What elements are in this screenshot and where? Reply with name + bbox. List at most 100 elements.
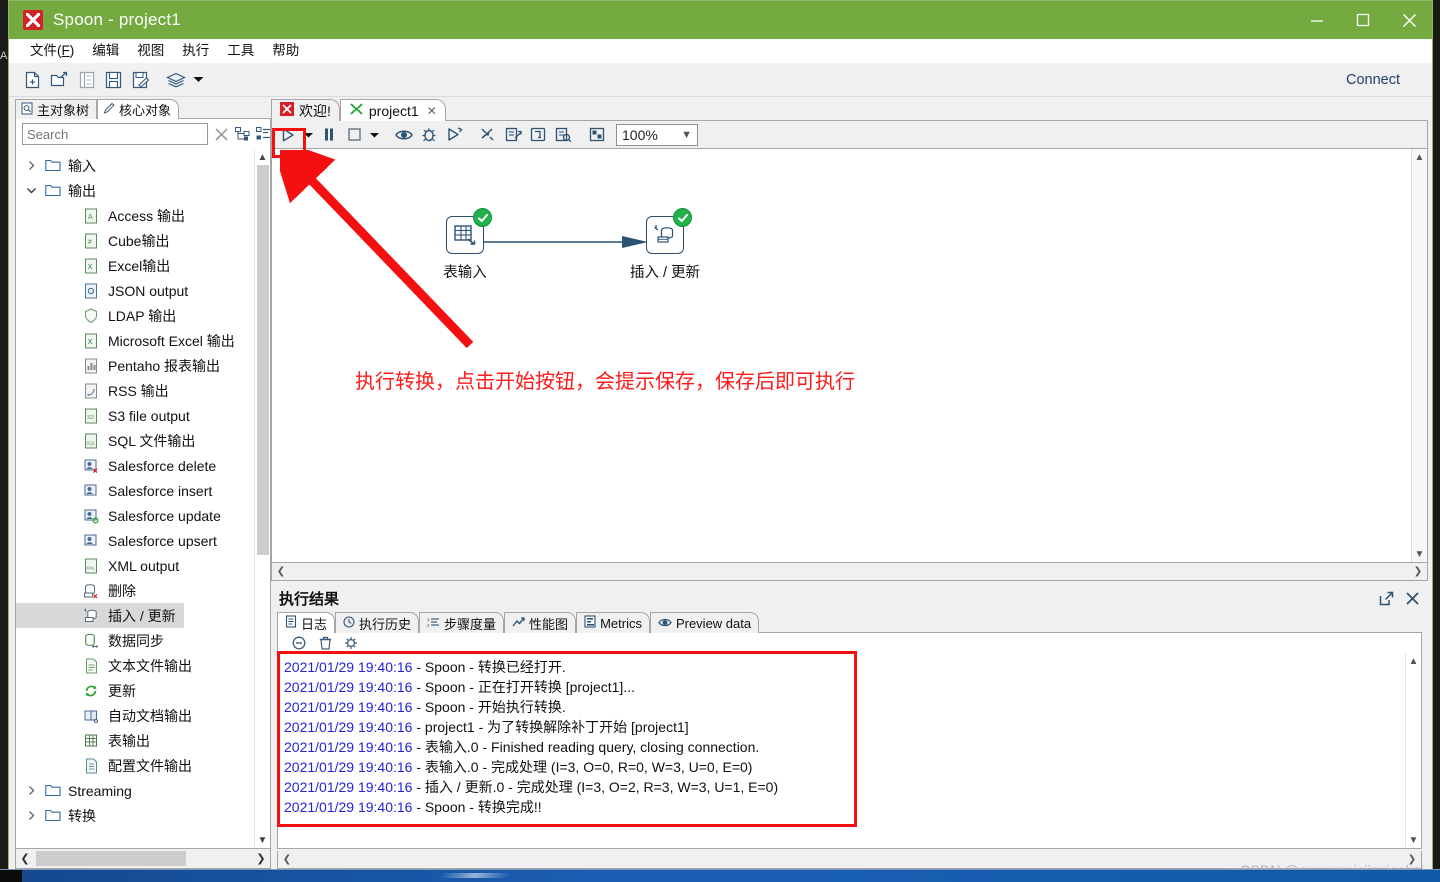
menu-edit[interactable]: 编辑	[83, 39, 128, 63]
expand-all-icon[interactable]	[235, 124, 250, 144]
verify-icon[interactable]	[476, 123, 500, 147]
tree-leaf-node[interactable]: 文本文件输出	[16, 653, 254, 678]
preview-icon[interactable]	[392, 123, 416, 147]
tree-hscroll-thumb[interactable]	[36, 851, 186, 866]
tab-project1[interactable]: project1 ✕	[339, 99, 446, 121]
clear-log-icon[interactable]	[290, 634, 308, 652]
tree-leaf-node[interactable]: Salesforce upsert	[16, 528, 254, 553]
explore-db-icon[interactable]	[551, 123, 575, 147]
chevron-right-icon[interactable]	[20, 785, 42, 796]
chevron-right-icon[interactable]	[20, 160, 42, 171]
tree-leaf-node[interactable]: RSS 输出	[16, 378, 254, 403]
log-vertical-scrollbar[interactable]: ▲ ▼	[1405, 653, 1421, 848]
zoom-select[interactable]: 100% ▼	[616, 123, 698, 146]
log-scroll-up-icon[interactable]: ▲	[1409, 653, 1419, 669]
tab-execution-history[interactable]: 执行历史	[335, 612, 420, 633]
log-settings-gear-icon[interactable]	[342, 634, 360, 652]
menu-view[interactable]: 视图	[128, 39, 173, 63]
run-dropdown-caret-icon[interactable]	[301, 123, 316, 147]
tree-leaf-node[interactable]: 更新	[16, 678, 254, 703]
log-output[interactable]: 2021/01/29 19:40:16 - Spoon - 转换已经打开. 202…	[277, 653, 1422, 849]
save-icon[interactable]	[100, 67, 127, 93]
step-insert-update[interactable]: 插入 / 更新	[610, 208, 720, 282]
tree-horizontal-scrollbar[interactable]: ❮ ❯	[15, 849, 271, 869]
clear-x-icon[interactable]	[214, 124, 229, 144]
save-as-icon[interactable]	[127, 67, 154, 93]
tree-folder-node[interactable]: 输入	[16, 153, 254, 178]
tree-folder-node[interactable]: 输出	[16, 178, 254, 203]
analyze-impact-icon[interactable]	[501, 123, 525, 147]
canvas-scroll-down-icon[interactable]: ▼	[1415, 546, 1425, 562]
connect-link[interactable]: Connect	[1346, 72, 1400, 88]
tab-preview-data[interactable]: Preview data	[649, 612, 760, 633]
tree-leaf-node[interactable]: # Cube输出	[16, 228, 254, 253]
step-table-input[interactable]: 表输入	[410, 208, 520, 282]
scroll-right-icon[interactable]: ❯	[252, 850, 270, 868]
canvas-vertical-scrollbar[interactable]: ▲ ▼	[1411, 149, 1427, 562]
replay-icon[interactable]	[442, 123, 466, 147]
layers-icon[interactable]	[162, 67, 189, 93]
close-tab-icon[interactable]: ✕	[427, 104, 437, 118]
menu-run[interactable]: 执行	[173, 39, 218, 63]
tab-log[interactable]: 日志	[277, 612, 336, 633]
tree-leaf-node[interactable]: A Access 输出	[16, 203, 254, 228]
debug-icon[interactable]	[417, 123, 441, 147]
menu-help[interactable]: 帮助	[263, 39, 308, 63]
menu-file[interactable]: 文件(F)	[21, 39, 83, 63]
tab-welcome[interactable]: 欢迎!	[271, 99, 340, 121]
tree-scroll-track[interactable]	[256, 165, 269, 832]
tree-leaf-node[interactable]: 自动文档输出	[16, 703, 254, 728]
generate-sql-icon[interactable]	[526, 123, 550, 147]
chevron-down-icon[interactable]	[20, 185, 42, 196]
chevron-right-icon[interactable]	[20, 810, 42, 821]
tree-leaf-node[interactable]: S3 S3 file output	[16, 403, 254, 428]
tree-leaf-node[interactable]: 表输出	[16, 728, 254, 753]
tree-leaf-node[interactable]: 删除	[16, 578, 254, 603]
tab-core-objects[interactable]: 核心对象	[97, 99, 180, 119]
canvas-horizontal-scrollbar[interactable]: ❮ ❯	[271, 563, 1428, 581]
tree-leaf-node[interactable]: X Microsoft Excel 输出	[16, 328, 254, 353]
close-icon[interactable]	[1386, 1, 1432, 39]
tree-leaf-node[interactable]: JSON output	[16, 278, 254, 303]
tree-leaf-node[interactable]: 插入 / 更新	[16, 603, 184, 628]
tree-leaf-node[interactable]: 配置文件输出	[16, 753, 254, 778]
trash-icon[interactable]	[316, 634, 334, 652]
canvas-scroll-right-icon[interactable]: ❯	[1409, 564, 1427, 580]
tree-leaf-node[interactable]: Salesforce insert	[16, 478, 254, 503]
tab-performance-graph[interactable]: 性能图	[504, 612, 577, 633]
detach-panel-icon[interactable]	[1376, 588, 1396, 608]
canvas-scroll-up-icon[interactable]: ▲	[1415, 149, 1425, 165]
open-folder-icon[interactable]	[46, 67, 73, 93]
explorer-icon[interactable]	[73, 67, 100, 93]
tree-leaf-node[interactable]: 数据同步	[16, 628, 254, 653]
tree-leaf-node[interactable]: SQL SQL 文件输出	[16, 428, 254, 453]
collapse-all-icon[interactable]	[256, 124, 271, 144]
show-grid-icon[interactable]	[585, 123, 609, 147]
menu-tools[interactable]: 工具	[218, 39, 263, 63]
run-icon[interactable]	[276, 123, 300, 147]
pause-icon[interactable]	[317, 123, 341, 147]
stop-dropdown-caret-icon[interactable]	[367, 123, 382, 147]
tree-leaf-node[interactable]: X Excel输出	[16, 253, 254, 278]
search-input[interactable]	[22, 123, 208, 145]
tab-step-metrics[interactable]: 12 步骤度量	[419, 612, 505, 633]
transformation-canvas[interactable]: 表输入 插入 / 更新 ▲ ▼	[271, 149, 1428, 563]
log-scroll-left-icon[interactable]: ❮	[278, 852, 296, 868]
tree-folder-node[interactable]: Streaming	[16, 778, 254, 803]
tree-leaf-node[interactable]: Pentaho 报表输出	[16, 353, 254, 378]
maximize-icon[interactable]	[1340, 1, 1386, 39]
tree-scroll-thumb[interactable]	[256, 165, 269, 555]
tree-leaf-node[interactable]: LDAP 输出	[16, 303, 254, 328]
minimize-icon[interactable]	[1294, 1, 1340, 39]
tree-folder-node[interactable]: 转换	[16, 803, 254, 828]
close-panel-icon[interactable]	[1402, 588, 1422, 608]
chevron-down-icon[interactable]: ▼	[681, 129, 692, 141]
stop-icon[interactable]	[342, 123, 366, 147]
tab-metrics[interactable]: Metrics	[576, 612, 650, 633]
new-file-icon[interactable]	[19, 67, 46, 93]
tree-leaf-node[interactable]: Salesforce update	[16, 503, 254, 528]
dropdown-caret-icon[interactable]	[189, 67, 207, 93]
tree-leaf-node[interactable]: Salesforce delete	[16, 453, 254, 478]
scroll-down-icon[interactable]: ▼	[255, 832, 271, 848]
tab-main-object-tree[interactable]: 主对象树	[15, 99, 98, 119]
